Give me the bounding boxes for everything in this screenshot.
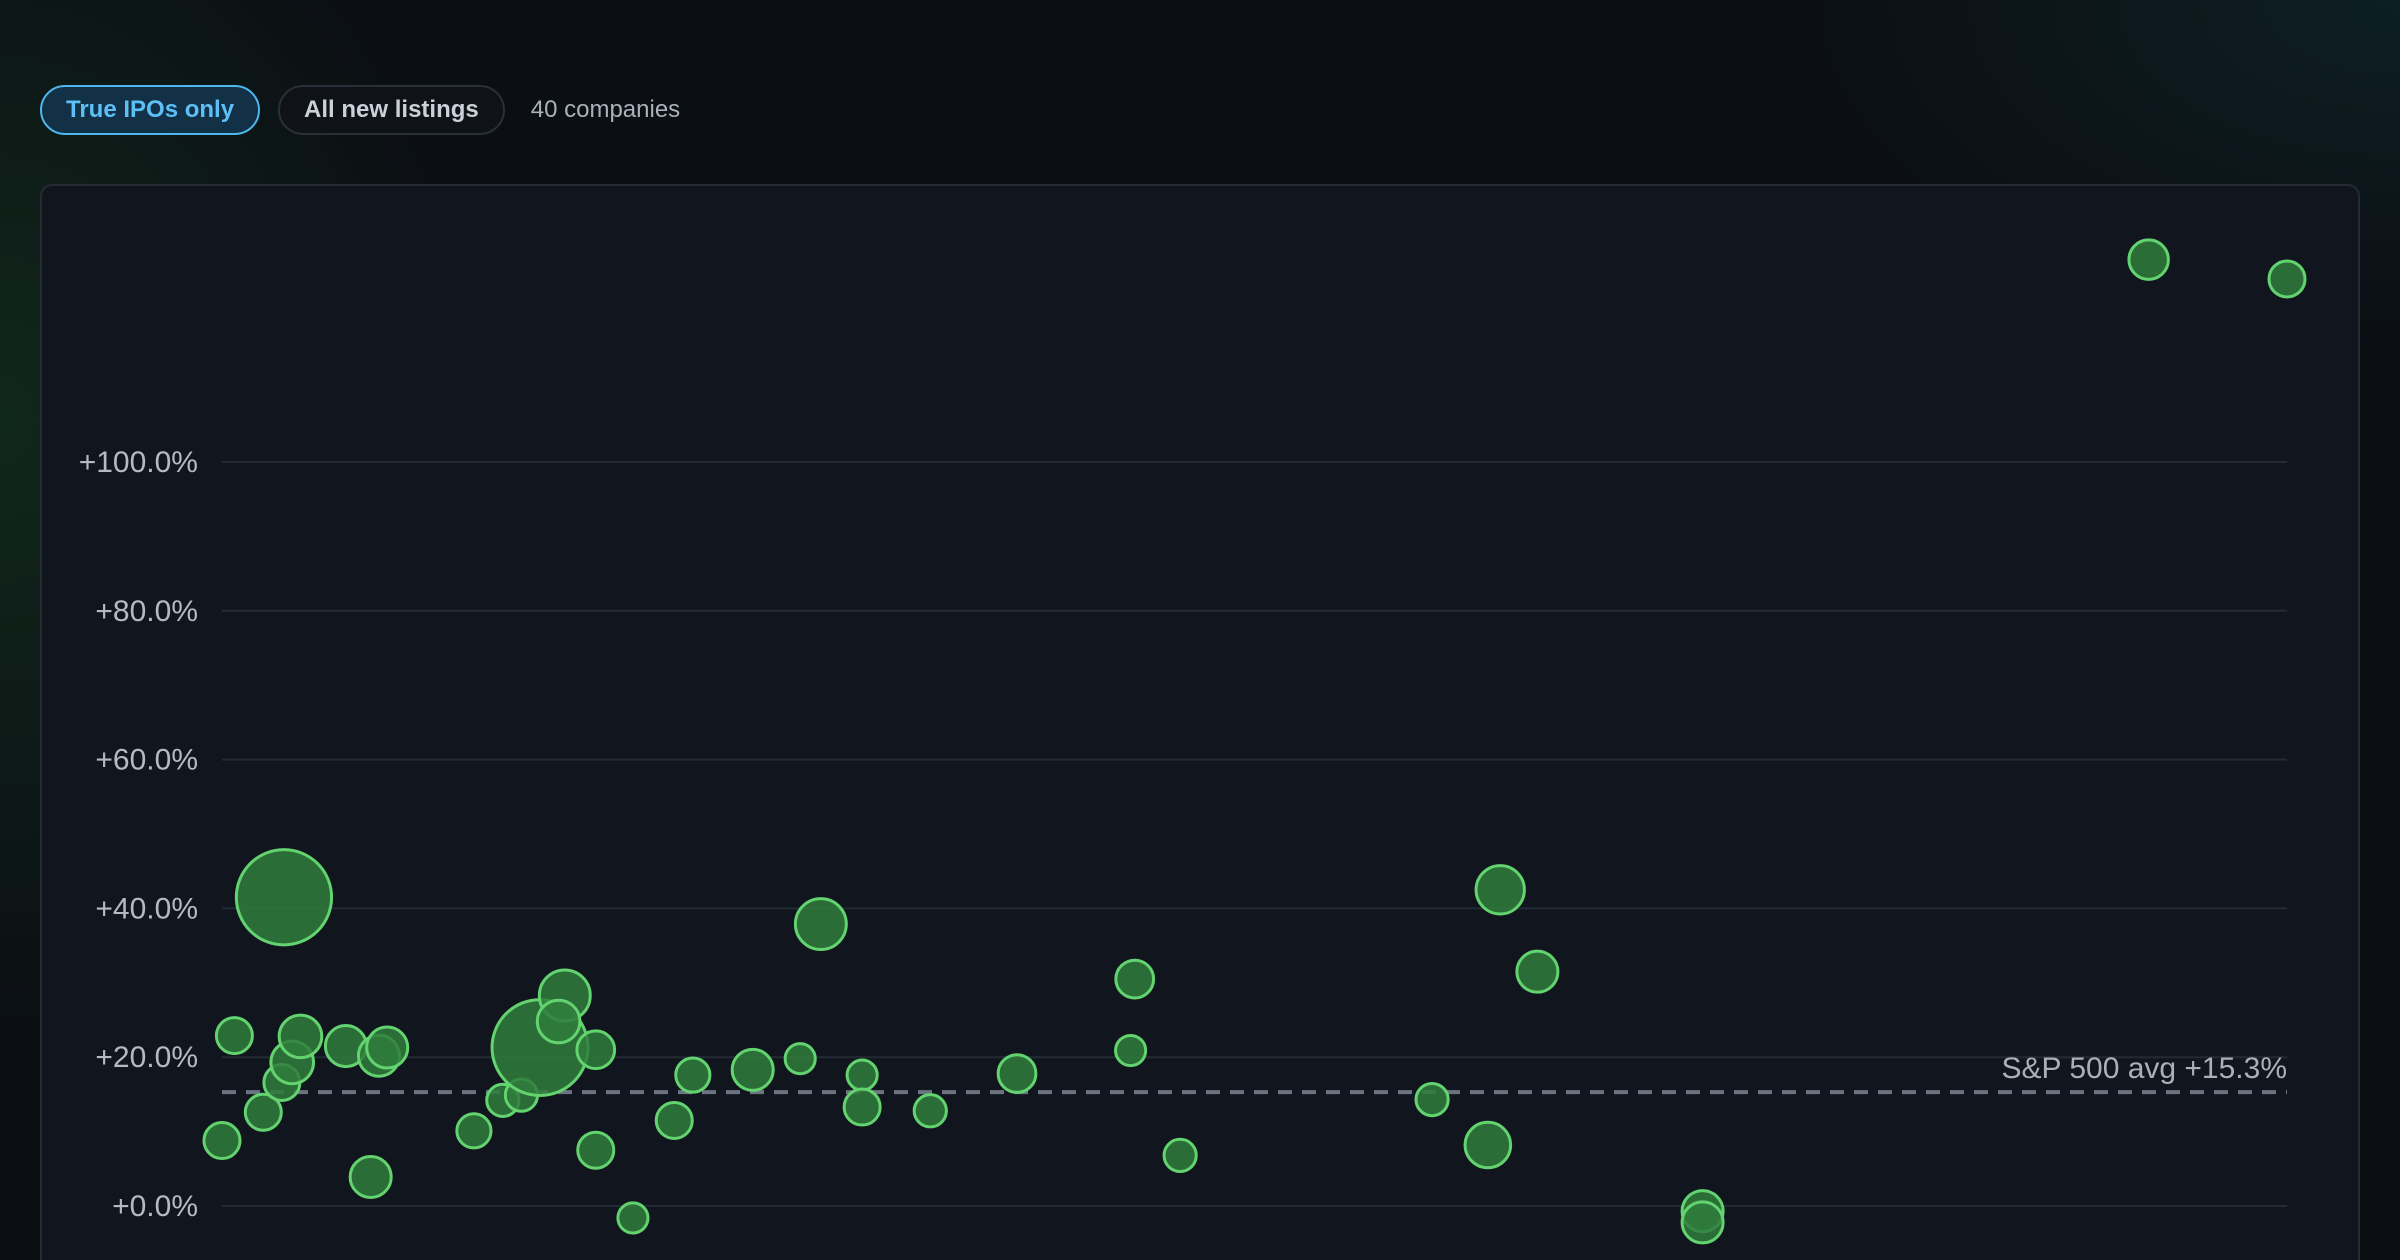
data-point-bubble[interactable] [365,1025,410,1070]
data-point-bubble[interactable] [730,1047,775,1092]
chart-panel: S&P 500 avg +15.3% +0.0% +20.0% +40.0% +60.… [40,184,2360,1260]
data-point-bubble[interactable] [455,1112,493,1150]
data-point-bubble[interactable] [1114,958,1156,1000]
y-tick-label: +40.0% [95,892,198,925]
data-point-bubble[interactable] [996,1053,1038,1094]
data-point-bubble[interactable] [277,1013,324,1060]
data-point-bubble[interactable] [912,1093,948,1129]
bubble-chart: S&P 500 avg +15.3% +0.0% +20.0% +40.0% +60.… [79,238,2307,1245]
data-point-bubble[interactable] [842,1087,882,1127]
data-point-bubble[interactable] [1515,949,1560,994]
y-tick-label: +0.0% [112,1190,198,1223]
y-tick-label: +80.0% [95,595,198,628]
data-point-bubble[interactable] [674,1056,712,1094]
data-point-bubble[interactable] [1680,1200,1725,1245]
data-point-bubble[interactable] [793,897,848,951]
data-point-bubble[interactable] [845,1058,879,1092]
y-tick-label: +20.0% [95,1041,198,1074]
company-count: 40 companies [530,96,681,123]
data-point-bubble[interactable] [575,1029,617,1071]
data-point-bubble[interactable] [616,1201,650,1235]
data-point-bubble[interactable] [2267,259,2307,299]
y-tick-label: +100.0% [79,446,198,479]
data-point-bubble[interactable] [234,848,334,947]
true-ipos-only-button[interactable]: True IPOs only [40,85,261,135]
data-point-bubble[interactable] [1114,1033,1148,1068]
sp500-average-label: S&P 500 avg +15.3% [2002,1052,2288,1085]
data-point-bubble[interactable] [535,998,582,1045]
data-point-bubble[interactable] [1162,1137,1198,1174]
data-point-bubble[interactable] [1414,1082,1450,1118]
filter-bar: True IPOs only All new listings 40 compa… [40,84,680,136]
data-point-bubble[interactable] [1474,864,1526,916]
data-point-bubble[interactable] [654,1100,694,1140]
data-point-bubble[interactable] [1463,1120,1513,1170]
y-axis: +0.0% +20.0% +40.0% +60.0% +80.0% +100.0% [79,446,198,1223]
data-point-bubble[interactable] [348,1154,393,1200]
data-point-bubble[interactable] [783,1042,817,1076]
data-point-bubble[interactable] [576,1130,616,1170]
data-point-bubble[interactable] [202,1121,242,1161]
all-new-listings-button[interactable]: All new listings [278,85,505,135]
data-point-bubble[interactable] [2127,238,2170,281]
y-tick-label: +60.0% [95,744,198,777]
data-point-bubble[interactable] [214,1016,254,1056]
